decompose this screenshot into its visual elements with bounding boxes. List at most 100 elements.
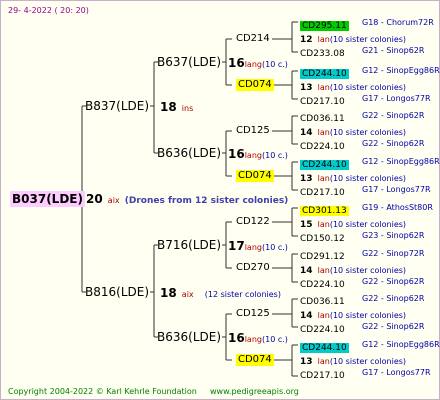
g4-bottom-row: CD224.10 G22 - Sinop62R [300, 321, 424, 336]
g2-num: 17 [228, 239, 245, 253]
g4-mid-row: 13 lan(10 sister colonies) [300, 353, 406, 368]
g4-top-row: CD291.12 G22 - Sinop72R [300, 248, 424, 263]
g3-node[interactable]: CD122 [236, 216, 270, 228]
root-loc: aix [107, 196, 120, 205]
g4-top-label: G19 - AthosSt80R [362, 203, 433, 212]
g2-note: (10 c.) [261, 151, 288, 160]
g1-info: 18 aix (12 sister colonies) [160, 286, 281, 301]
g2-node[interactable]: B716(LDE) [157, 238, 221, 252]
g2-node[interactable]: B637(LDE) [157, 55, 221, 69]
footer-site[interactable]: www.pedigreeapis.org [210, 386, 299, 398]
g2-node[interactable]: B636(LDE) [157, 330, 221, 344]
g4-bottom-row: CD224.10 G22 - Sinop62R [300, 138, 424, 153]
g2-info: 16lang(10 c.) [228, 56, 288, 71]
g4-mid-row: 14 lan(10 sister colonies) [300, 307, 406, 322]
g4-top-name[interactable]: CD036.11 [300, 114, 345, 124]
g4-top-row: CD244.10 G12 - SinopEgg86R [300, 65, 440, 80]
root-note: (Drones from 12 sister colonies) [124, 196, 289, 206]
g4-top-label: G12 - SinopEgg86R [362, 340, 440, 349]
g1-name: B816(LDE) [85, 285, 150, 299]
root-num: 20 [86, 192, 103, 206]
g4-num: 14 [300, 266, 313, 276]
g1-num: 18 [160, 286, 177, 300]
g4-mid-row: 15 lan(10 sister colonies) [300, 216, 406, 231]
g4-note: (10 sister colonies) [329, 174, 407, 183]
g2-name: B636(LDE) [157, 146, 222, 160]
g2-name: B716(LDE) [157, 238, 222, 252]
g4-bot-name[interactable]: CD224.10 [300, 280, 345, 290]
g2-note: (10 c.) [261, 335, 288, 344]
g4-mid-row: 14 lan(10 sister colonies) [300, 124, 406, 139]
g4-top-row: CD036.11 G22 - Sinop62R [300, 110, 424, 125]
g4-bottom-row: CD217.10 G17 - Longos77R [300, 184, 431, 199]
g4-top-name[interactable]: CD244.10 [300, 160, 349, 170]
g4-top-label: G22 - Sinop72R [362, 249, 425, 258]
g4-loc: lan [317, 35, 330, 44]
g1-loc: ins [181, 104, 194, 113]
g4-top-name[interactable]: CD301.13 [300, 206, 349, 216]
g4-bottom-row: CD217.10 G17 - Longos77R [300, 367, 431, 382]
g4-bot-name[interactable]: CD233.08 [300, 49, 345, 59]
g4-note: (10 sister colonies) [329, 311, 407, 320]
g2-loc: lang [244, 335, 262, 344]
g4-top-label: G12 - SinopEgg86R [362, 157, 440, 166]
g4-bot-name[interactable]: CD217.10 [300, 371, 345, 381]
g2-num: 16 [228, 147, 245, 161]
g4-bot-label: G23 - Sinop62R [362, 231, 425, 240]
g4-top-label: G12 - SinopEgg86R [362, 66, 440, 75]
g2-info: 16lang(10 c.) [228, 147, 288, 162]
root-info: 20 aix (Drones from 12 sister colonies) [86, 192, 288, 207]
g4-top-name[interactable]: CD244.10 [300, 69, 349, 79]
g2-node[interactable]: B636(LDE) [157, 146, 221, 160]
g4-top-row: CD295.11 G18 - Chorum72R [300, 17, 434, 32]
g1-node[interactable]: B837(LDE) [85, 99, 149, 113]
g2-name: B637(LDE) [157, 55, 222, 69]
g4-top-name[interactable]: CD244.10 [300, 343, 349, 353]
g4-mid-row: 13 lan(10 sister colonies) [300, 79, 406, 94]
g4-loc: lan [317, 128, 330, 137]
g4-mid-row: 13 lan(10 sister colonies) [300, 170, 406, 185]
g3-node[interactable]: CD125 [236, 308, 270, 320]
g4-num: 13 [300, 174, 313, 184]
g4-bottom-row: CD233.08 G21 - Sinop62R [300, 45, 424, 60]
g4-bot-name[interactable]: CD217.10 [300, 97, 345, 107]
g4-loc: lan [317, 83, 330, 92]
g3-node[interactable]: CD074 [236, 79, 274, 91]
footer-copyright: Copyright 2004-2022 © Karl Kehrle Founda… [8, 387, 197, 396]
g3-node[interactable]: CD074 [236, 170, 274, 182]
g1-num: 18 [160, 100, 177, 114]
g4-bot-name[interactable]: CD224.10 [300, 325, 345, 335]
g2-info: 16lang(10 c.) [228, 331, 288, 346]
g3-node[interactable]: CD125 [236, 125, 270, 137]
g4-top-label: G22 - Sinop62R [362, 294, 425, 303]
g4-bot-label: G17 - Longos77R [362, 185, 431, 194]
g4-loc: lan [317, 220, 330, 229]
g3-node[interactable]: CD214 [236, 33, 270, 45]
g1-name: B837(LDE) [85, 99, 150, 113]
g4-top-label: G22 - Sinop62R [362, 111, 425, 120]
g4-bottom-row: CD224.10 G22 - Sinop62R [300, 276, 424, 291]
g4-bot-name[interactable]: CD150.12 [300, 234, 345, 244]
g4-mid-row: 14 lan(10 sister colonies) [300, 262, 406, 277]
g2-info: 17lang(10 c.) [228, 239, 288, 254]
g4-num: 13 [300, 83, 313, 93]
g4-bot-name[interactable]: CD224.10 [300, 142, 345, 152]
g4-top-name[interactable]: CD036.11 [300, 297, 345, 307]
g4-top-name[interactable]: CD295.11 [300, 21, 349, 31]
g2-note: (10 c.) [261, 60, 288, 69]
g4-top-name[interactable]: CD291.12 [300, 252, 345, 262]
g4-bottom-row: CD217.10 G17 - Longos77R [300, 93, 431, 108]
g4-num: 14 [300, 128, 313, 138]
g3-node[interactable]: CD074 [236, 354, 274, 366]
root-node[interactable]: B037(LDE) [10, 191, 85, 207]
g3-node[interactable]: CD270 [236, 262, 270, 274]
g4-bot-label: G21 - Sinop62R [362, 46, 425, 55]
g4-bot-name[interactable]: CD217.10 [300, 188, 345, 198]
g4-bot-label: G22 - Sinop62R [362, 277, 425, 286]
g1-node[interactable]: B816(LDE) [85, 285, 149, 299]
g4-bot-label: G17 - Longos77R [362, 94, 431, 103]
g4-loc: lan [317, 311, 330, 320]
g4-note: (10 sister colonies) [329, 357, 407, 366]
g4-num: 12 [300, 35, 313, 45]
root-name: B037(LDE) [10, 191, 85, 207]
